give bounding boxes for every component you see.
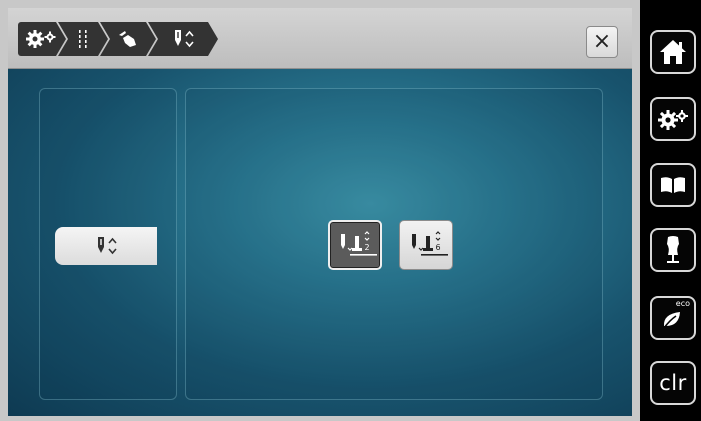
breadcrumb-settings[interactable] bbox=[18, 22, 66, 56]
settings-icon bbox=[658, 110, 688, 130]
dress-form-icon bbox=[667, 236, 679, 263]
needle-updown-icon bbox=[169, 28, 197, 50]
stitch-lines-icon bbox=[76, 29, 90, 49]
option-number: 2 bbox=[364, 243, 369, 252]
right-sidebar: eco clr bbox=[640, 0, 701, 421]
eco-button[interactable]: eco bbox=[650, 296, 696, 340]
hand-pointer-icon bbox=[116, 29, 140, 49]
breadcrumb-needle[interactable] bbox=[148, 22, 218, 56]
close-button[interactable]: × bbox=[586, 26, 618, 58]
home-icon bbox=[660, 40, 686, 64]
needle-up-down-icon bbox=[98, 237, 117, 255]
top-bar: × bbox=[8, 8, 632, 69]
home-button[interactable] bbox=[650, 30, 696, 74]
close-icon: × bbox=[592, 29, 612, 54]
presser-foot-height-icon: 2 bbox=[341, 231, 377, 256]
clear-label: clr bbox=[659, 371, 687, 395]
open-book-icon bbox=[661, 177, 685, 193]
eco-label: eco bbox=[675, 299, 690, 308]
guide-button[interactable] bbox=[650, 163, 696, 207]
presser-foot-height-icon: 6 bbox=[412, 231, 448, 256]
breadcrumb-hand[interactable] bbox=[100, 22, 156, 56]
creative-consultant-button[interactable] bbox=[650, 228, 696, 272]
clear-button[interactable]: clr bbox=[650, 361, 696, 405]
settings-button[interactable] bbox=[650, 97, 696, 141]
eco-leaf-icon bbox=[663, 312, 680, 329]
foot-height-option-6[interactable]: 6 bbox=[399, 220, 453, 270]
option-number: 6 bbox=[435, 243, 440, 252]
gears-icon bbox=[25, 29, 59, 49]
main-panel bbox=[185, 88, 603, 400]
main-screen: × 2 6 bbox=[8, 8, 632, 416]
needle-position-tab[interactable] bbox=[55, 227, 157, 265]
foot-height-option-2[interactable]: 2 bbox=[328, 220, 382, 270]
